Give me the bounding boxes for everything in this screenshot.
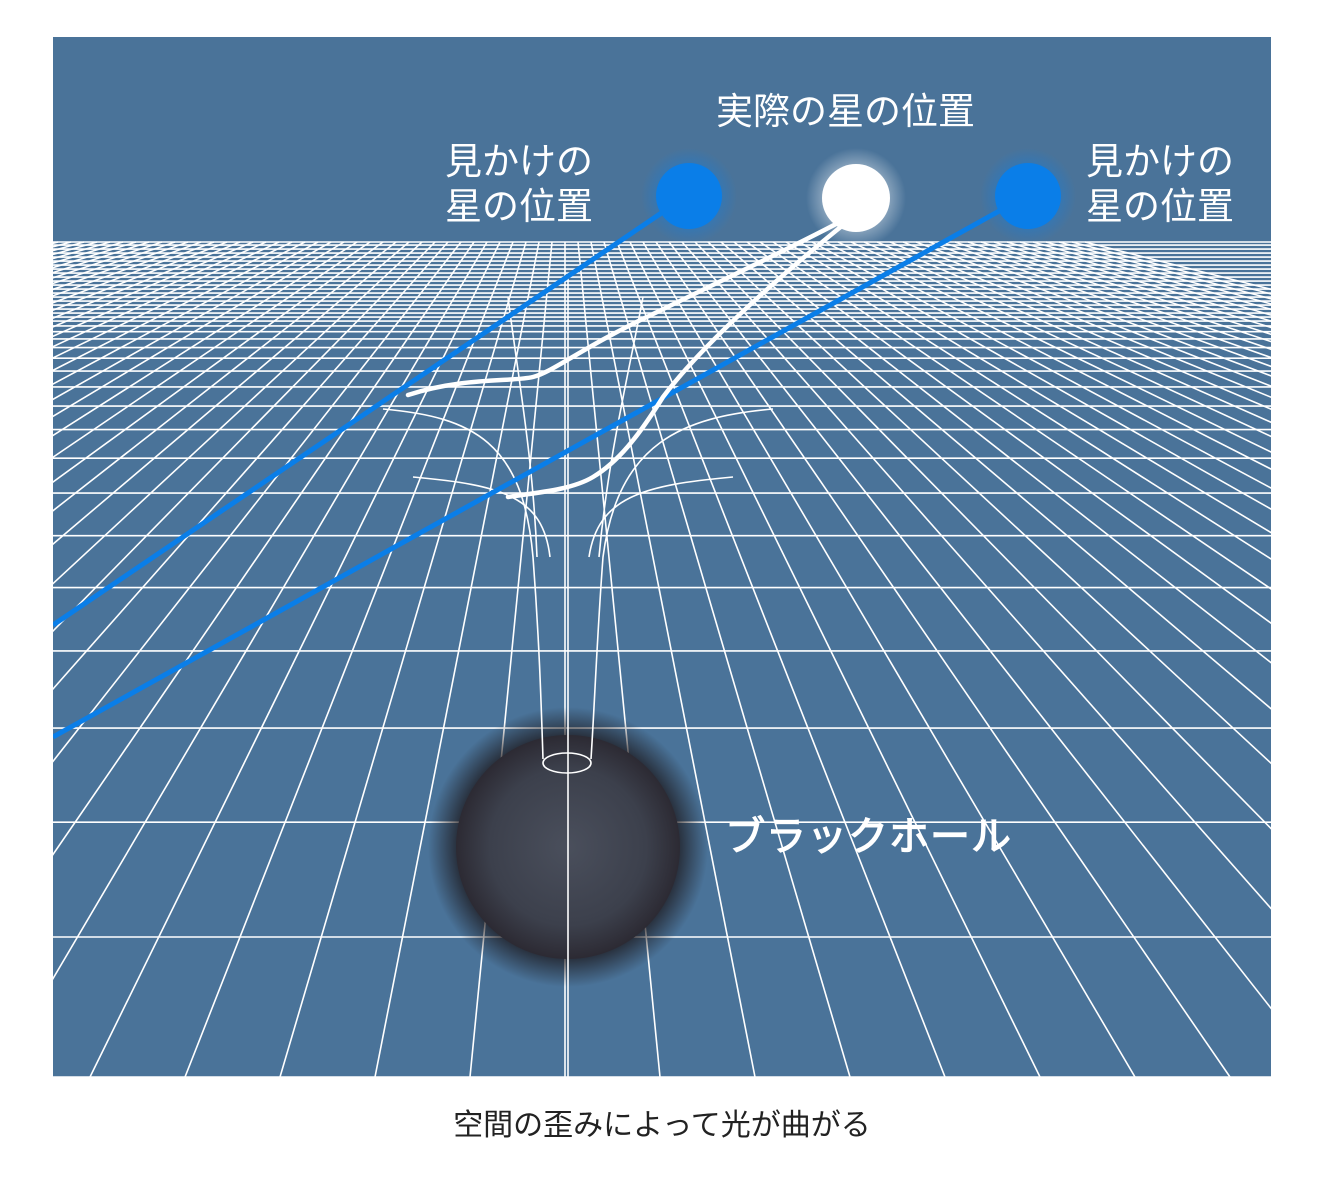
grid-converging-line bbox=[53, 241, 293, 359]
grid-converging-line bbox=[53, 241, 124, 264]
apparent-left-line2: 星の位置 bbox=[445, 185, 593, 229]
grid-converging-line bbox=[53, 241, 306, 372]
grid-converging-line bbox=[53, 241, 280, 348]
apparent-star-right-body bbox=[995, 163, 1061, 229]
grid-converging-line bbox=[53, 241, 384, 484]
grid-converging-line bbox=[655, 241, 1231, 1077]
grid-converging-line bbox=[629, 241, 1041, 1077]
apparent-left-line1: 見かけの bbox=[445, 140, 593, 183]
grid-converging-line bbox=[53, 241, 202, 297]
grid-converging-line bbox=[53, 241, 189, 291]
grid-converging-line bbox=[681, 241, 1271, 910]
grid-converging-line bbox=[811, 241, 1271, 489]
grid-converging-line bbox=[746, 241, 1271, 625]
apparent-star-left bbox=[641, 148, 737, 244]
grid-converging-line bbox=[928, 241, 1271, 368]
grid-converging-line bbox=[1084, 241, 1271, 291]
grid-converging-line bbox=[53, 241, 475, 856]
actual-star-position-label: 実際の星の位置 bbox=[716, 90, 975, 133]
grid-converging-line bbox=[824, 241, 1271, 470]
apparent-star-right bbox=[980, 148, 1076, 244]
apparent-light-paths bbox=[53, 192, 1030, 740]
grid-converging-line bbox=[837, 241, 1271, 453]
apparent-light-path-right bbox=[53, 192, 1030, 740]
actual-star-body bbox=[822, 164, 890, 232]
spacetime-diagram: 実際の星の位置 見かけの 星の位置 見かけの 星の位置 ブラックホール bbox=[53, 37, 1271, 1077]
apparent-star-position-label-left: 見かけの 星の位置 bbox=[445, 139, 593, 229]
grid-converging-line bbox=[759, 241, 1271, 590]
grid-converging-line bbox=[184, 241, 514, 1077]
caption: 空間の歪みによって光が曲がる bbox=[453, 1108, 871, 1143]
grid-converging-line bbox=[53, 241, 111, 260]
grid-converging-line bbox=[993, 241, 1271, 329]
grid-converging-line bbox=[863, 241, 1271, 424]
grid-converging-line bbox=[902, 241, 1271, 387]
apparent-right-line1: 見かけの bbox=[1086, 140, 1234, 183]
grid-converging-line bbox=[53, 241, 410, 546]
grid-converging-line bbox=[733, 241, 1271, 664]
spacetime-grid bbox=[53, 241, 1271, 1077]
black-hole-label: ブラックホール bbox=[725, 814, 1012, 860]
grid-converging-line bbox=[616, 241, 946, 1077]
grid-converging-line bbox=[53, 241, 137, 269]
grid-converging-line bbox=[89, 241, 501, 1077]
grid-converging-line bbox=[1032, 241, 1271, 311]
actual-star bbox=[806, 148, 906, 248]
grid-converging-line bbox=[53, 241, 488, 981]
apparent-star-left-body bbox=[656, 163, 722, 229]
apparent-star-position-label-right: 見かけの 星の位置 bbox=[1086, 139, 1234, 229]
apparent-right-line2: 星の位置 bbox=[1086, 185, 1234, 229]
grid-converging-line bbox=[53, 241, 176, 285]
grid-converging-line bbox=[53, 241, 397, 512]
grid-converging-line bbox=[967, 241, 1271, 343]
grid-converging-line bbox=[53, 241, 345, 418]
grid-converging-line bbox=[1058, 241, 1271, 300]
